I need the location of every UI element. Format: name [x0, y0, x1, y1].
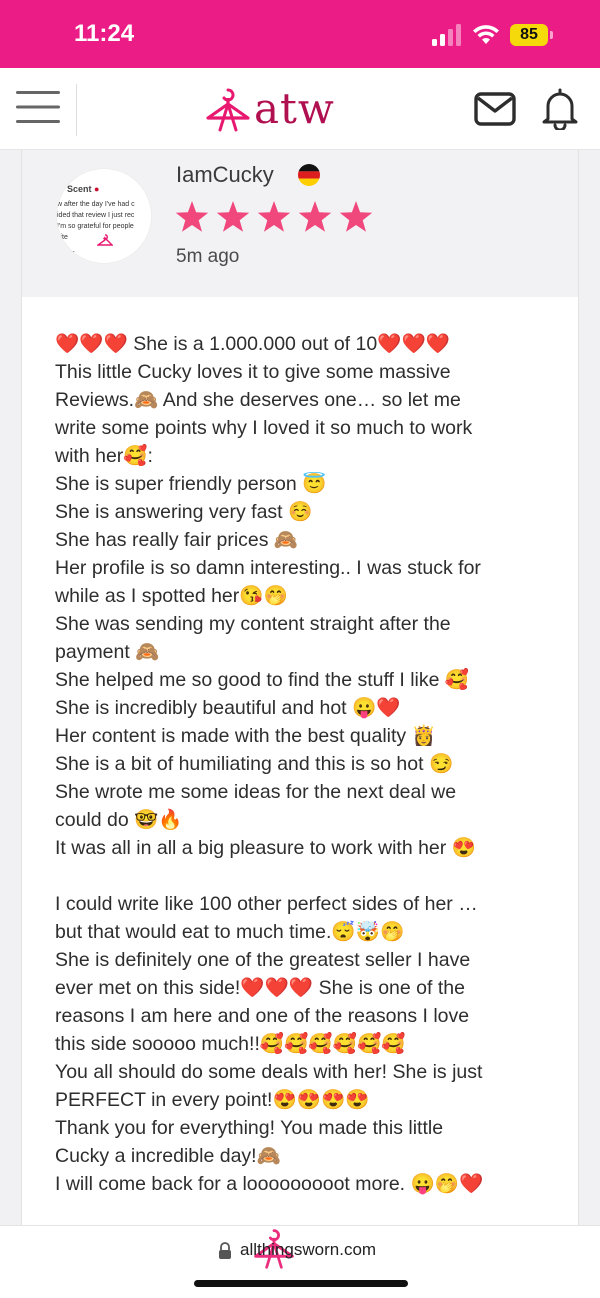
review-line: write some points why I loved it so much…	[55, 417, 473, 439]
reviewer-name[interactable]: IamCucky	[176, 162, 274, 188]
rating-stars-svg	[175, 201, 373, 232]
germany-flag-icon	[298, 164, 320, 186]
review-line: She has really fair prices 🙈	[55, 529, 299, 551]
site-header: atw	[0, 68, 600, 150]
review-line: I will come back for a looooooooot more.…	[55, 1173, 484, 1195]
menu-icon[interactable]	[16, 90, 60, 124]
review-line: It was all in all a big pleasure to work…	[55, 837, 476, 859]
bell-icon[interactable]	[540, 86, 580, 130]
status-bar: 11:24 85	[0, 0, 600, 68]
review-line: Reviews.🙈 And she deserves one… so let m…	[55, 389, 461, 411]
review-line: payment 🙈	[55, 641, 160, 663]
status-time: 11:24	[74, 20, 135, 47]
review-line: with her🥰:	[55, 445, 153, 467]
star-icon	[175, 201, 209, 232]
review-line: She was sending my content straight afte…	[55, 613, 451, 635]
avatar-text-line-4: site	[57, 234, 68, 241]
review-line: this side sooooo much!!🥰🥰🥰🥰🥰🥰	[55, 1033, 406, 1055]
review-line: Her profile is so damn interesting.. I w…	[55, 557, 481, 579]
mail-icon[interactable]	[474, 92, 516, 126]
avatar-label: Scent ●	[67, 184, 100, 194]
cellular-signal-icon	[432, 24, 461, 46]
battery-indicator: 85	[510, 24, 554, 46]
star-icon	[216, 201, 250, 232]
logo-text: atw	[254, 84, 335, 133]
review-line: She is a bit of humiliating and this is …	[55, 753, 454, 775]
avatar-text-line-3: I'm so grateful for people	[57, 223, 134, 230]
wifi-icon	[473, 25, 499, 44]
review-time: 5m ago	[176, 246, 240, 267]
review-line: reasons I am here and one of the reasons…	[55, 1005, 470, 1027]
review-line: while as I spotted her😘🤭	[55, 585, 288, 607]
rating-stars	[174, 200, 384, 236]
review-line: She helped me so good to find the stuff …	[55, 669, 470, 691]
review-line: This little Cucky loves it to give some …	[55, 361, 451, 383]
review-line: She is definitely one of the greatest se…	[55, 949, 471, 971]
avatar-hanger-icon	[97, 234, 113, 246]
review-line: Thank you for everything! You made this …	[55, 1117, 444, 1139]
browser-address-bar[interactable]: allthingsworn.com	[0, 1225, 600, 1298]
review-line: PERFECT in every point!😍😍😍😍	[55, 1089, 370, 1111]
star-icon	[298, 201, 332, 232]
header-divider	[76, 84, 77, 136]
review-card: Scent ● w after the day I've had c ided …	[21, 150, 579, 1225]
review-line: She is super friendly person 😇	[55, 473, 327, 495]
avatar-text-line-2: ided that review I just rec	[57, 212, 135, 219]
star-icon	[339, 201, 373, 232]
review-text: ❤️❤️❤️ She is a 1.000.000 out of 10❤️❤️❤…	[55, 330, 565, 1198]
review-line: You all should do some deals with her! S…	[55, 1061, 483, 1083]
url-text[interactable]: allthingsworn.com	[240, 1240, 376, 1260]
avatar-count: 5	[71, 251, 75, 258]
battery-level: 85	[510, 24, 548, 46]
reviewer-avatar[interactable]: Scent ● w after the day I've had c ided …	[56, 168, 152, 264]
review-line: Cucky a incredible day!🙈	[55, 1145, 281, 1167]
lock-icon	[219, 1242, 231, 1259]
review-line: Her content is made with the best qualit…	[55, 725, 436, 747]
site-logo[interactable]: atw	[204, 84, 354, 134]
review-line: but that would eat to much time.😴🤯🤭	[55, 921, 405, 943]
home-indicator[interactable]	[194, 1280, 408, 1287]
hanger-logo-icon	[206, 88, 250, 132]
review-line: I could write like 100 other perfect sid…	[55, 893, 478, 915]
review-line: ❤️❤️❤️ She is a 1.000.000 out of 10❤️❤️❤…	[55, 333, 451, 355]
review-line: She wrote me some ideas for the next dea…	[55, 781, 457, 803]
review-line: ever met on this side!❤️❤️❤️ She is one …	[55, 977, 465, 999]
battery-tip	[550, 31, 553, 39]
review-line: could do 🤓🔥	[55, 809, 183, 831]
star-icon	[257, 201, 291, 232]
review-line: She is answering very fast ☺️	[55, 501, 313, 523]
review-line: She is incredibly beautiful and hot 😛❤️	[55, 697, 401, 719]
review-header: Scent ● w after the day I've had c ided …	[22, 150, 578, 297]
avatar-text-line-1: w after the day I've had c	[57, 201, 135, 208]
